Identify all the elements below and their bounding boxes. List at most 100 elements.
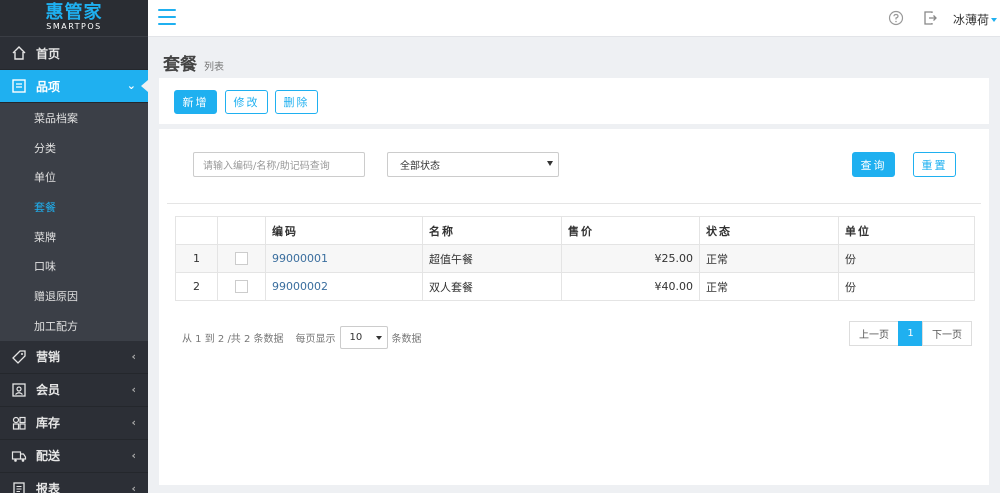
submenu-item-category[interactable]: 分类 xyxy=(0,133,148,163)
submenu-item-combo[interactable]: 套餐 xyxy=(0,192,148,222)
report-icon xyxy=(10,480,28,493)
row-code: 99000002 xyxy=(265,272,423,301)
help-circle-icon[interactable] xyxy=(888,10,904,26)
chevron-left-icon: ‹ xyxy=(131,415,136,429)
topbar: 冰薄荷 xyxy=(148,0,1000,37)
sidebar: 惠管家 SMARTPOS 首页 品项 ⌄ 菜品档案 分类 单位 套餐 菜牌 口味… xyxy=(0,0,148,493)
edit-button[interactable]: 修改 xyxy=(225,90,268,114)
row-price: ¥25.00 xyxy=(561,244,700,273)
sidebar-item-items[interactable]: 品项 ⌄ xyxy=(0,70,148,103)
column-header-index xyxy=(175,216,218,245)
chevron-left-icon: ‹ xyxy=(131,448,136,462)
menu-toggle-icon[interactable] xyxy=(158,8,176,26)
divider xyxy=(167,203,981,204)
sidebar-item-home[interactable]: 首页 xyxy=(0,37,148,70)
prev-page-button[interactable]: 上一页 xyxy=(849,321,899,346)
home-icon xyxy=(10,44,28,62)
caret-down-icon xyxy=(991,17,998,22)
tag-icon xyxy=(10,348,28,366)
row-price: ¥40.00 xyxy=(561,272,700,301)
sidebar-item-reports[interactable]: 报表 ‹ xyxy=(0,473,148,493)
row-unit: 份 xyxy=(838,272,975,301)
submenu-item-unit[interactable]: 单位 xyxy=(0,162,148,192)
row-code: 99000001 xyxy=(265,244,423,273)
code-link[interactable]: 99000001 xyxy=(272,252,328,265)
member-card-icon xyxy=(10,381,28,399)
page-number-button[interactable]: 1 xyxy=(898,321,923,346)
pagination-info: 从 1 到 2 /共 2 条数据 每页显示 10 条数据 xyxy=(182,326,422,349)
row-checkbox-cell xyxy=(217,272,266,301)
table-row[interactable]: 2 99000002 双人套餐 ¥40.00 正常 份 xyxy=(175,272,975,301)
chevron-down-icon: ⌄ xyxy=(126,79,136,92)
pagination: 上一页 1 下一页 xyxy=(849,321,972,346)
sidebar-item-label: 首页 xyxy=(36,46,61,61)
sidebar-item-label: 会员 xyxy=(36,383,61,397)
row-unit: 份 xyxy=(838,244,975,273)
action-toolbar: 新增 修改 删除 xyxy=(159,78,989,124)
search-input[interactable]: 请输入编码/名称/助记码查询 xyxy=(193,152,365,177)
column-header-status[interactable]: 状态 xyxy=(699,216,839,245)
row-name: 双人套餐 xyxy=(422,272,562,301)
sidebar-item-label: 配送 xyxy=(36,449,61,463)
main-panel: 请输入编码/名称/助记码查询 全部状态 查询 重置 编码 名称 售价 状态 单位… xyxy=(159,129,989,485)
caret-down-icon xyxy=(375,336,382,340)
code-link[interactable]: 99000002 xyxy=(272,280,328,293)
row-checkbox[interactable] xyxy=(235,280,248,294)
next-page-button[interactable]: 下一页 xyxy=(922,321,972,346)
row-index: 2 xyxy=(175,272,218,301)
per-page-suffix: 条数据 xyxy=(391,334,422,345)
logo-subtitle: SMARTPOS xyxy=(46,22,102,31)
logo[interactable]: 惠管家 SMARTPOS xyxy=(0,0,148,37)
query-button[interactable]: 查询 xyxy=(852,152,895,177)
per-page-value: 10 xyxy=(349,332,363,343)
combo-table: 编码 名称 售价 状态 单位 1 99000001 超值午餐 ¥25.00 正常… xyxy=(175,216,975,301)
row-status: 正常 xyxy=(699,272,839,301)
page-title: 套餐 xyxy=(163,55,197,75)
per-page-label: 每页显示 xyxy=(295,334,336,345)
caret-down-icon xyxy=(547,161,553,166)
chevron-left-icon: ‹ xyxy=(131,481,136,493)
submenu-item-flavor[interactable]: 口味 xyxy=(0,251,148,281)
per-page-select[interactable]: 10 xyxy=(339,326,388,349)
sidebar-item-marketing[interactable]: 营销 ‹ xyxy=(0,341,148,374)
submenu-item-gift-return-reason[interactable]: 赠退原因 xyxy=(0,281,148,311)
delete-button[interactable]: 删除 xyxy=(275,90,318,114)
page-subtitle: 列表 xyxy=(204,62,224,73)
grid-icon xyxy=(10,414,28,432)
reset-button[interactable]: 重置 xyxy=(913,152,956,177)
column-header-name[interactable]: 名称 xyxy=(422,216,562,245)
chevron-left-icon: ‹ xyxy=(131,349,136,363)
submenu-item-processing-recipe[interactable]: 加工配方 xyxy=(0,311,148,341)
submenu-items: 菜品档案 分类 单位 套餐 菜牌 口味 赠退原因 加工配方 xyxy=(0,103,148,341)
row-index: 1 xyxy=(175,244,218,273)
logo-title: 惠管家 xyxy=(45,2,103,23)
user-name: 冰薄荷 xyxy=(953,13,990,27)
status-select[interactable]: 全部状态 xyxy=(387,152,559,177)
table-row[interactable]: 1 99000001 超值午餐 ¥25.00 正常 份 xyxy=(175,244,975,273)
logout-icon[interactable] xyxy=(922,10,938,26)
record-count-text: 从 1 到 2 /共 2 条数据 xyxy=(182,334,284,345)
column-header-code[interactable]: 编码 xyxy=(265,216,423,245)
sidebar-item-members[interactable]: 会员 ‹ xyxy=(0,374,148,407)
user-menu[interactable]: 冰薄荷 xyxy=(953,11,998,28)
sidebar-item-label: 库存 xyxy=(36,416,61,430)
add-button[interactable]: 新增 xyxy=(174,90,217,114)
row-name: 超值午餐 xyxy=(422,244,562,273)
sidebar-item-label: 营销 xyxy=(36,350,61,364)
sidebar-item-label: 报表 xyxy=(36,482,61,493)
list-icon xyxy=(10,77,28,95)
column-header-unit[interactable]: 单位 xyxy=(838,216,975,245)
row-status: 正常 xyxy=(699,244,839,273)
submenu-item-menu-card[interactable]: 菜牌 xyxy=(0,222,148,252)
status-select-value: 全部状态 xyxy=(400,161,440,172)
page-header: 套餐 列表 xyxy=(163,50,224,75)
sidebar-item-label: 品项 xyxy=(36,79,61,94)
column-header-select xyxy=(217,216,266,245)
table-header-row: 编码 名称 售价 状态 单位 xyxy=(175,216,975,245)
sidebar-item-delivery[interactable]: 配送 ‹ xyxy=(0,440,148,473)
submenu-item-dish-archive[interactable]: 菜品档案 xyxy=(0,103,148,133)
sidebar-item-inventory[interactable]: 库存 ‹ xyxy=(0,407,148,440)
column-header-price[interactable]: 售价 xyxy=(561,216,700,245)
chevron-left-icon: ‹ xyxy=(131,382,136,396)
row-checkbox[interactable] xyxy=(235,252,248,266)
